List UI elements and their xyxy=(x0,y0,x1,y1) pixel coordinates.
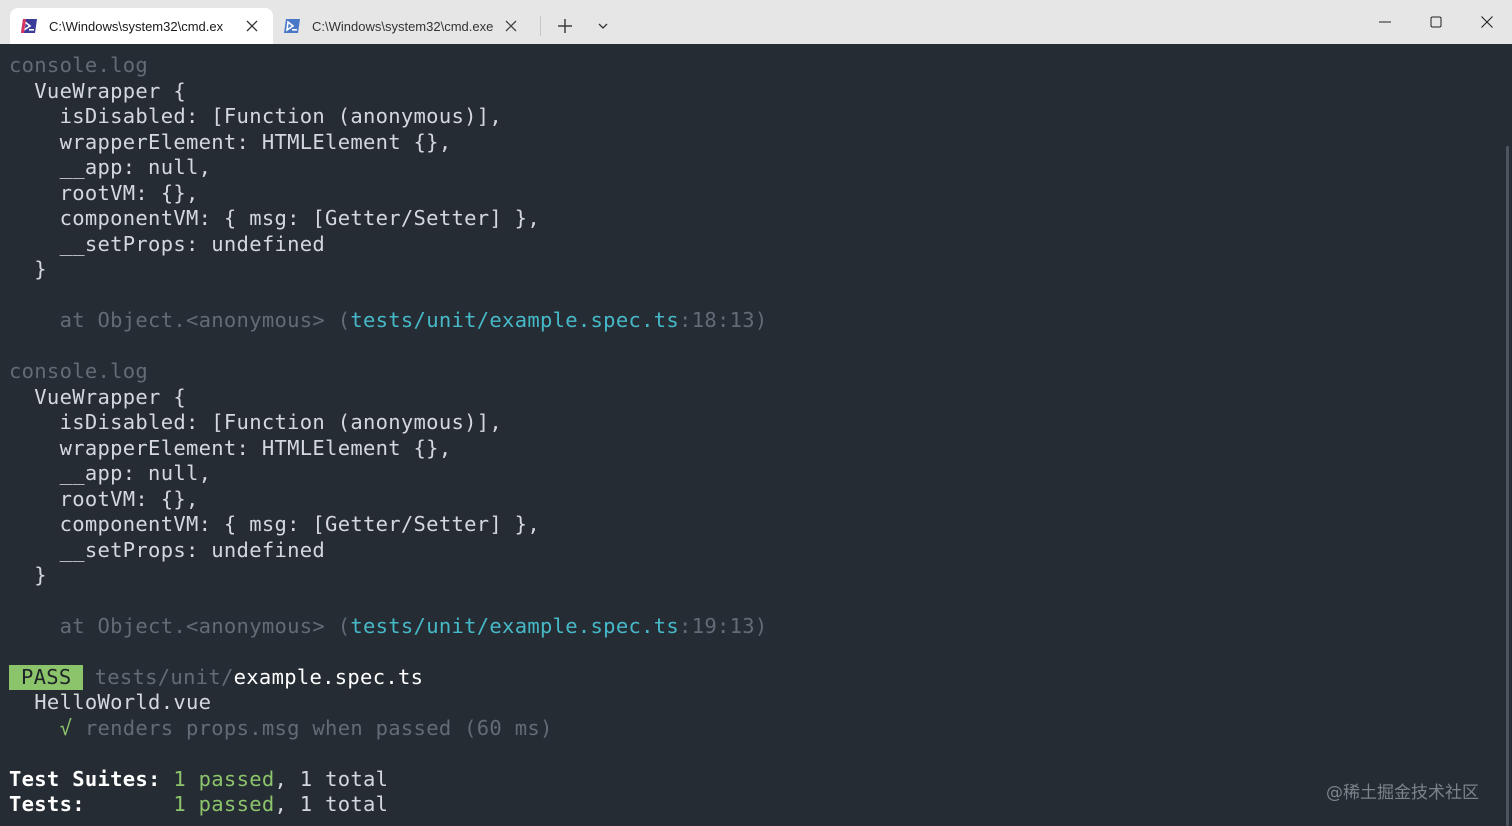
close-icon xyxy=(1481,16,1493,28)
pass-badge: PASS xyxy=(9,665,83,690)
summary-passed: 1 passed xyxy=(173,792,275,816)
terminal-window: C:\Windows\system32\cmd.ex C:\Windows\sy… xyxy=(0,0,1512,826)
stack-trace-line: at Object.<anonymous> (tests/unit/exampl… xyxy=(9,308,768,333)
result-dir: tests/unit/ xyxy=(94,665,234,689)
tab-close-icon[interactable] xyxy=(504,19,518,33)
check-icon: √ xyxy=(9,716,73,740)
log-line: VueWrapper { xyxy=(9,79,186,103)
test-case-name: renders props.msg when passed (60 ms) xyxy=(72,716,553,740)
maximize-icon xyxy=(1430,16,1442,28)
tab-divider xyxy=(540,16,541,36)
test-case-line: √ renders props.msg when passed (60 ms) xyxy=(9,716,553,741)
stack-trace-line: at Object.<anonymous> (tests/unit/exampl… xyxy=(9,614,768,639)
log-line: __setProps: undefined xyxy=(9,232,326,256)
suite-name: HelloWorld.vue xyxy=(9,690,212,714)
summary-label: Tests: xyxy=(9,792,174,816)
scrollbar-thumb[interactable] xyxy=(1506,146,1509,826)
summary-tests: Tests: 1 passed, 1 total xyxy=(9,792,388,817)
summary-passed: 1 passed xyxy=(173,767,275,791)
console-log-header: console.log xyxy=(9,53,149,77)
tab-cmd-inactive[interactable]: C:\Windows\system32\cmd.exe xyxy=(274,8,532,44)
summary-total: , 1 total xyxy=(274,792,389,816)
tab-cmd-active[interactable]: C:\Windows\system32\cmd.ex xyxy=(10,8,273,44)
tab-title: C:\Windows\system32\cmd.ex xyxy=(49,19,224,34)
log-line: isDisabled: [Function (anonymous)], xyxy=(9,410,503,434)
log-line: __setProps: undefined xyxy=(9,538,326,562)
stack-path-link[interactable]: tests/unit/example.spec.ts xyxy=(350,614,679,638)
log-line: } xyxy=(9,563,47,587)
stack-prefix: at Object.<anonymous> ( xyxy=(9,614,351,638)
powershell-icon xyxy=(284,19,300,33)
summary-label: Test Suites: xyxy=(9,767,174,791)
log-line: __app: null, xyxy=(9,155,212,179)
stack-suffix: :18:13) xyxy=(679,308,768,332)
console-log-header: console.log xyxy=(9,359,149,383)
stack-prefix: at Object.<anonymous> ( xyxy=(9,308,351,332)
log-line: VueWrapper { xyxy=(9,385,186,409)
summary-suites: Test Suites: 1 passed, 1 total xyxy=(9,767,388,792)
minimize-icon xyxy=(1379,21,1391,23)
title-bar: C:\Windows\system32\cmd.ex C:\Windows\sy… xyxy=(0,0,1512,44)
log-line: componentVM: { msg: [Getter/Setter] }, xyxy=(9,206,540,230)
summary-total: , 1 total xyxy=(274,767,389,791)
chevron-down-icon[interactable] xyxy=(594,17,612,35)
watermark: @稀土掘金技术社区 xyxy=(1326,783,1479,803)
test-result-line: PASS tests/unit/example.spec.ts xyxy=(9,665,423,690)
minimize-button[interactable] xyxy=(1360,0,1410,44)
log-line: isDisabled: [Function (anonymous)], xyxy=(9,104,503,128)
stack-path-link[interactable]: tests/unit/example.spec.ts xyxy=(350,308,679,332)
log-line: rootVM: {}, xyxy=(9,487,199,511)
maximize-button[interactable] xyxy=(1411,0,1461,44)
plus-icon[interactable] xyxy=(553,14,577,38)
terminal-output[interactable]: console.log VueWrapper { isDisabled: [Fu… xyxy=(0,44,1504,826)
powershell-icon xyxy=(21,19,37,33)
close-button[interactable] xyxy=(1462,0,1512,44)
log-line: wrapperElement: HTMLElement {}, xyxy=(9,436,452,460)
log-line: componentVM: { msg: [Getter/Setter] }, xyxy=(9,512,540,536)
tab-title: C:\Windows\system32\cmd.exe xyxy=(312,19,494,34)
log-line: rootVM: {}, xyxy=(9,181,199,205)
log-line: __app: null, xyxy=(9,461,212,485)
log-line: wrapperElement: HTMLElement {}, xyxy=(9,130,452,154)
stack-suffix: :19:13) xyxy=(679,614,768,638)
log-line: } xyxy=(9,257,47,281)
result-file: example.spec.ts xyxy=(233,665,424,689)
tab-close-icon[interactable] xyxy=(245,19,259,33)
